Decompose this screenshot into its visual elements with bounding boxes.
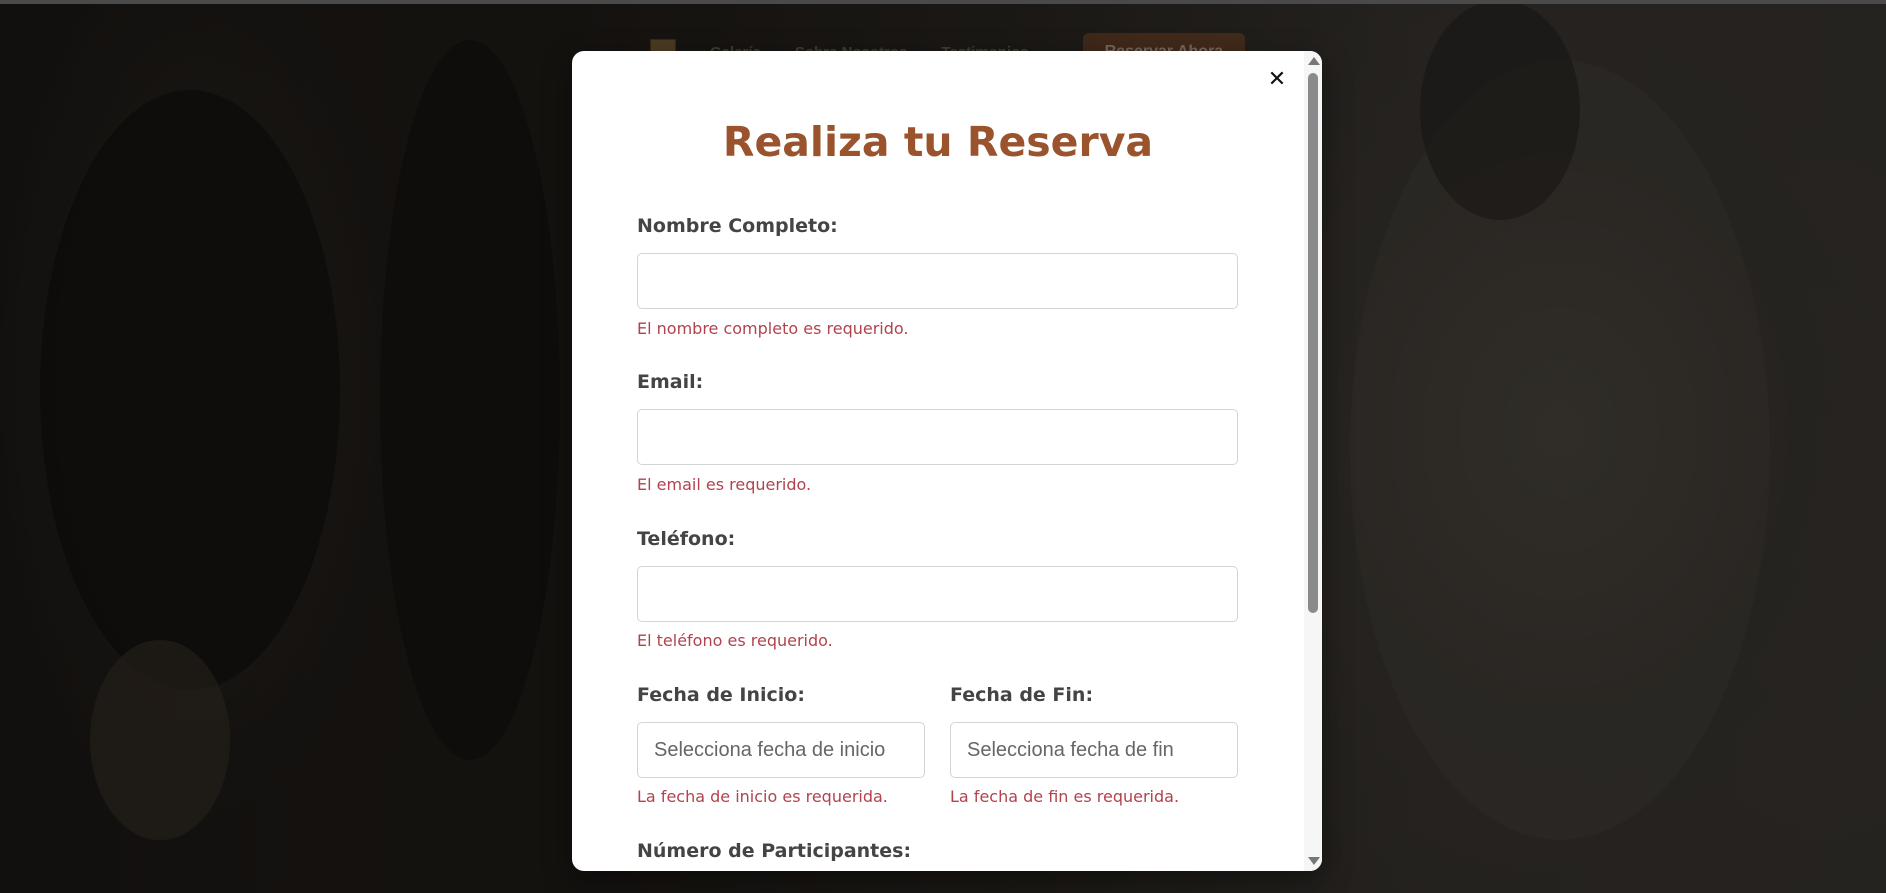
- email-input[interactable]: [637, 409, 1238, 465]
- window-top-border: [0, 0, 1886, 4]
- end-date-label: Fecha de Fin:: [950, 684, 1094, 706]
- email-label: Email:: [637, 371, 704, 393]
- start-date-error: La fecha de inicio es requerida.: [637, 787, 888, 806]
- scrollbar-thumb[interactable]: [1308, 73, 1318, 613]
- close-icon: ✕: [1267, 67, 1287, 92]
- scroll-down-arrow-icon[interactable]: [1308, 857, 1320, 865]
- reservation-modal: ✕ Realiza tu Reserva Nombre Completo: El…: [572, 51, 1322, 871]
- phone-input[interactable]: [637, 566, 1238, 622]
- modal-title: Realiza tu Reserva: [722, 118, 1154, 166]
- end-date-input[interactable]: [950, 722, 1238, 778]
- scroll-up-arrow-icon[interactable]: [1308, 57, 1320, 65]
- modal-scrollbar[interactable]: [1304, 51, 1322, 871]
- end-date-error: La fecha de fin es requerida.: [950, 787, 1180, 806]
- close-button[interactable]: ✕: [1262, 65, 1292, 95]
- start-date-label: Fecha de Inicio:: [637, 684, 805, 706]
- full-name-label: Nombre Completo:: [637, 215, 838, 237]
- phone-label: Teléfono:: [637, 528, 736, 550]
- email-error: El email es requerido.: [637, 475, 812, 494]
- reservation-form: ✕ Realiza tu Reserva Nombre Completo: El…: [572, 51, 1304, 871]
- participants-label: Número de Participantes:: [637, 840, 912, 862]
- start-date-input[interactable]: [637, 722, 925, 778]
- full-name-error: El nombre completo es requerido.: [637, 319, 909, 338]
- phone-error: El teléfono es requerido.: [637, 631, 833, 650]
- full-name-input[interactable]: [637, 253, 1238, 309]
